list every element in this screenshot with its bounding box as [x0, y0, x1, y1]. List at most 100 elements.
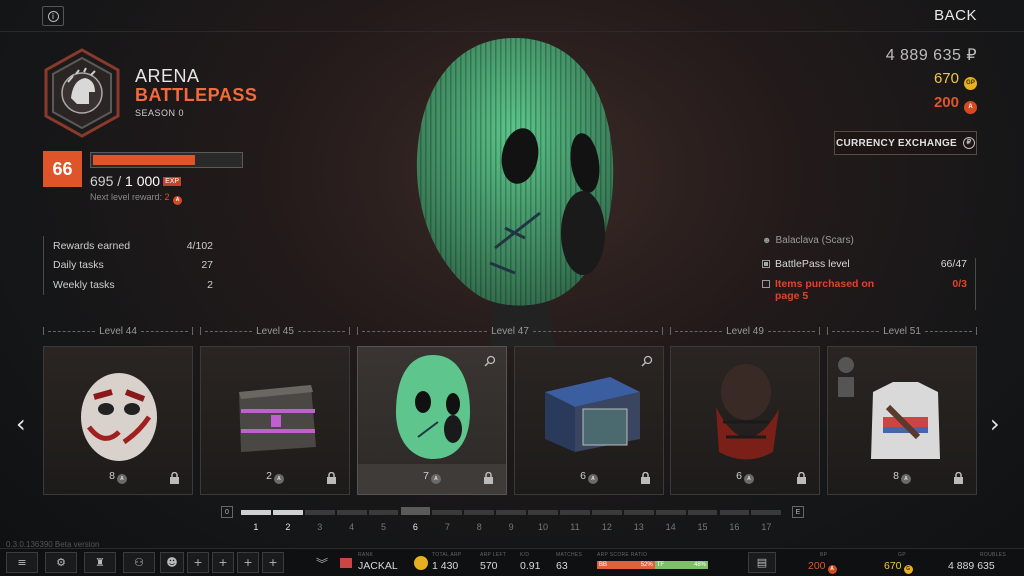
track-page-number[interactable]: 3 [310, 522, 330, 532]
track-page-number[interactable]: 4 [342, 522, 362, 532]
back-button[interactable]: BACK [934, 7, 977, 24]
card-cost-value: 2 [266, 470, 272, 482]
party-slot[interactable]: + [262, 552, 284, 573]
track-segment[interactable] [496, 510, 527, 515]
level-label-text: Level 47 [491, 325, 529, 337]
stat-label: Daily tasks [53, 259, 104, 272]
currency-exchange-button[interactable]: CURRENCY EXCHANGE ₽ [834, 131, 977, 155]
track-page-number[interactable]: 11 [565, 522, 585, 532]
track-segment[interactable] [304, 510, 335, 515]
ratio-left-pct: 52% [640, 562, 653, 568]
level-label-49: Level 49 [670, 325, 820, 337]
case-image [239, 385, 316, 452]
plus-icon: + [268, 556, 278, 569]
arp-score-ratio-bar: BB 52% TF 48% [597, 561, 708, 569]
gp-label: GP [898, 552, 906, 558]
level-label-51: Level 51 [827, 325, 977, 337]
track-segment[interactable] [751, 510, 782, 515]
menu-button[interactable]: ≡ [6, 552, 38, 573]
track-start-marker[interactable]: 0 [221, 506, 233, 518]
plus-icon: + [193, 556, 203, 569]
stat-value: 2 [207, 278, 213, 291]
selected-item-name-text: Balaclava (Scars) [775, 235, 854, 246]
stat-row: Rewards earned 4/102 [53, 236, 213, 256]
track-page-number[interactable]: 8 [469, 522, 489, 532]
level-label-text: Level 45 [256, 325, 294, 337]
info-button[interactable]: i [42, 6, 64, 26]
arena-balance: 200 A [934, 94, 977, 114]
track-segment[interactable] [336, 510, 367, 515]
track-segment[interactable] [241, 510, 271, 515]
track-segment[interactable] [719, 510, 750, 515]
zoom-icon[interactable] [484, 355, 496, 367]
exp-tag: EXP [163, 177, 182, 186]
track-page-number[interactable]: 15 [693, 522, 713, 532]
bp-label: BP [820, 552, 828, 558]
avatar[interactable]: ☻ [160, 552, 184, 573]
prev-page-arrow-icon[interactable]: ‹ [16, 410, 26, 438]
reward-card-case[interactable]: 2A [200, 346, 350, 495]
gp-value: 670 G [884, 560, 913, 574]
track-segment[interactable] [560, 510, 590, 515]
friends-button[interactable]: ⚇ [123, 552, 155, 573]
level-label-text: Level 51 [883, 325, 921, 337]
character-button[interactable]: ♜ [84, 552, 116, 573]
shemagh-image [716, 364, 779, 460]
plus-icon: + [243, 556, 253, 569]
track-page-number[interactable]: 17 [756, 522, 776, 532]
reward-card-balaclava[interactable]: 7A [357, 346, 507, 495]
exp-current: 695 [90, 173, 114, 189]
track-page-number[interactable]: 7 [437, 522, 457, 532]
title-battlepass: BATTLEPASS [135, 85, 258, 105]
gp-balance: 670 GP [934, 70, 977, 90]
track-segment[interactable] [591, 510, 622, 515]
track-segment[interactable] [272, 510, 303, 515]
party-slot[interactable]: + [187, 552, 209, 573]
track-page-number[interactable]: 1 [246, 522, 266, 532]
track-end-marker[interactable]: E [792, 506, 804, 518]
track-segment[interactable] [528, 510, 558, 515]
character-icon: ♜ [95, 556, 105, 569]
track-segment[interactable] [400, 507, 431, 515]
level-label-text: Level 44 [99, 325, 137, 337]
track-page-number[interactable]: 10 [533, 522, 553, 532]
track-segment[interactable] [368, 510, 399, 515]
arena-coin-icon: A [743, 474, 754, 484]
tasks-button[interactable]: ▤ [748, 552, 776, 573]
ratio-left: BB 52% [597, 561, 655, 569]
track-page-number[interactable]: 9 [501, 522, 521, 532]
track-page-number[interactable]: 2 [278, 522, 298, 532]
lock-icon [954, 472, 963, 484]
bp-value-text: 200 [808, 560, 826, 572]
arena-coin-icon: A [964, 101, 977, 114]
gp-coin-icon: G [903, 565, 913, 574]
zoom-icon[interactable] [641, 355, 653, 367]
track-page-number[interactable]: 16 [724, 522, 744, 532]
reward-card-shemagh[interactable]: 6A [670, 346, 820, 495]
track-segment[interactable] [687, 510, 718, 515]
level-label-text: Level 49 [726, 325, 764, 337]
settings-button[interactable]: ⚙ [45, 552, 77, 573]
track-page-number[interactable]: 13 [629, 522, 649, 532]
track-segment[interactable] [464, 510, 495, 515]
reward-card-tshirt[interactable]: 8A [827, 346, 977, 495]
currency-exchange-label: CURRENCY EXCHANGE [835, 137, 958, 149]
next-reward-label: Next level reward: [90, 192, 163, 202]
clipboard-icon: ▤ [756, 556, 768, 569]
next-page-arrow-icon[interactable]: › [990, 410, 1000, 438]
gp-value: 670 [933, 70, 959, 87]
party-slot[interactable]: + [237, 552, 259, 573]
track-page-number[interactable]: 12 [597, 522, 617, 532]
party-slot[interactable]: + [212, 552, 234, 573]
track-page-number[interactable]: 5 [374, 522, 394, 532]
track-page-number[interactable]: 6 [405, 522, 425, 532]
reward-card-box[interactable]: 6A [514, 346, 664, 495]
reward-card-hockey-mask[interactable]: 8A [43, 346, 193, 495]
track-segment[interactable] [623, 510, 654, 515]
lock-icon [797, 472, 806, 484]
ratio-label: ARP SCORE RATIO [597, 552, 648, 558]
arena-coin-icon: A [827, 565, 837, 574]
track-page-number[interactable]: 14 [661, 522, 681, 532]
track-segment[interactable] [432, 510, 463, 515]
track-segment[interactable] [655, 510, 686, 515]
